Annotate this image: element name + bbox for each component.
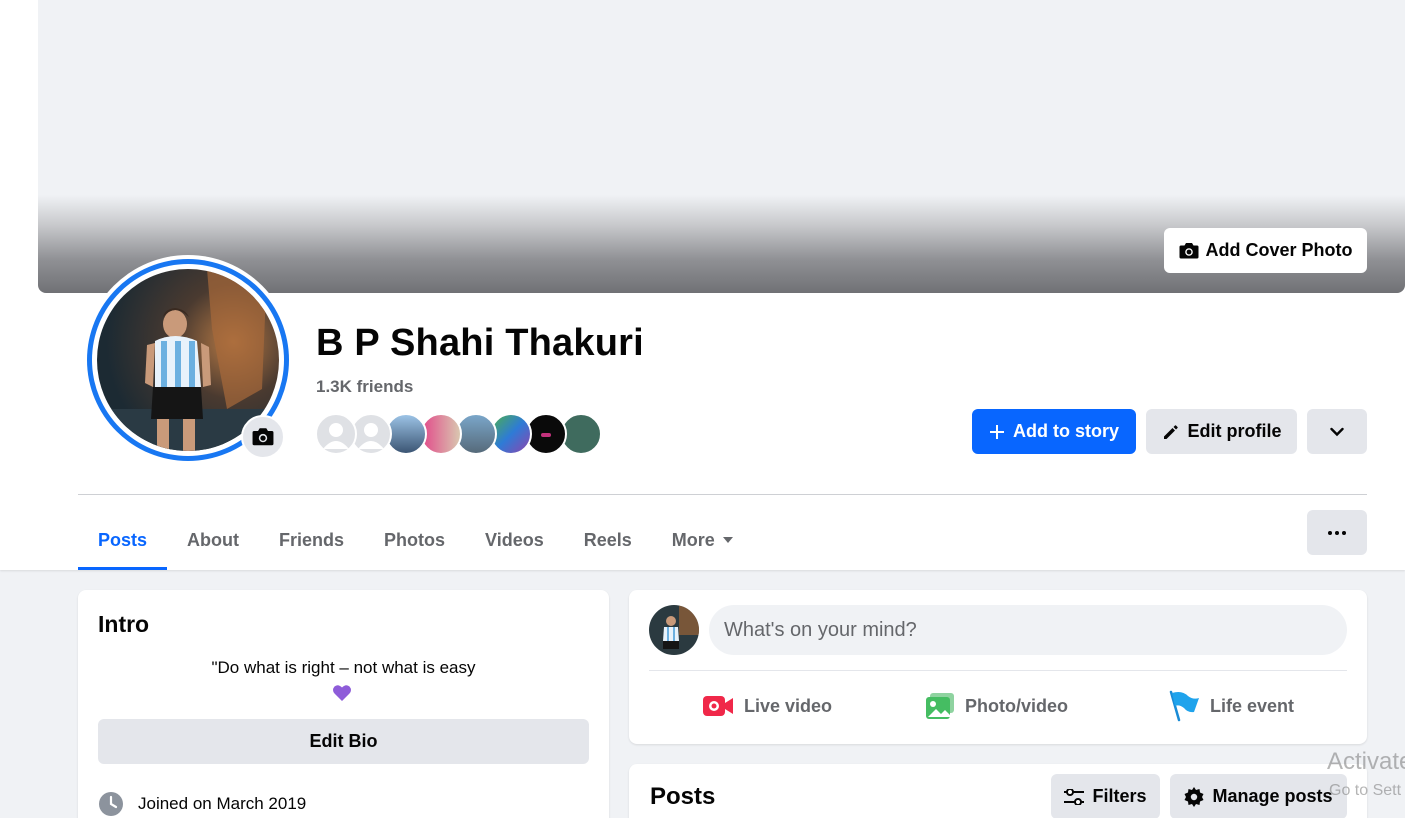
update-profile-picture-button[interactable] [241,415,285,459]
dot [1328,530,1332,535]
windows-activation-subtext: Go to Sett [1329,782,1402,799]
filters-label: Filters [1092,786,1147,806]
tab-friends[interactable]: Friends [259,510,364,570]
photo-video-label: Photo/video [965,695,1068,716]
tab-label: Friends [279,529,345,550]
friends-count[interactable]: 1.3K friends [316,377,413,397]
header-divider [78,494,1367,495]
joined-info: Joined on March 2019 [98,791,306,817]
edit-bio-button[interactable]: Edit Bio [98,719,589,764]
dot [1342,530,1346,535]
profile-options-button[interactable] [1307,409,1367,454]
life-event-button[interactable]: Life event [1168,686,1294,726]
bio-text: "Do what is right – not what is easy [211,658,476,677]
tab-reels[interactable]: Reels [564,510,652,570]
tab-label: Reels [583,529,632,550]
clock-icon [99,792,123,816]
composer-divider [649,670,1347,671]
friend-avatar[interactable] [315,413,357,455]
chevron-down-icon [1330,427,1344,436]
caret-down-icon [722,537,733,543]
whats-on-your-mind-input[interactable]: What's on your mind? [709,605,1347,655]
intro-title: Intro [98,611,150,637]
more-options-button[interactable] [1307,510,1367,555]
dot [1335,530,1339,535]
gear-icon [1184,786,1204,807]
filters-icon [1064,788,1085,805]
tab-videos[interactable]: Videos [465,510,564,570]
add-to-story-button[interactable]: Add to story [972,409,1136,454]
post-composer: What's on your mind? Live video Photo/vi… [629,590,1367,744]
profile-name: B P Shahi Thakuri [316,322,644,364]
manage-posts-button[interactable]: Manage posts [1170,774,1347,818]
live-video-button[interactable]: Live video [702,686,832,726]
pencil-icon [1163,424,1178,439]
tab-label: Photos [384,529,446,550]
purple-heart-icon [332,684,352,707]
manage-posts-label: Manage posts [1212,786,1333,806]
tab-label: More [671,529,715,550]
cover-photo-area: Add Cover Photo [38,0,1405,293]
tab-posts[interactable]: Posts [78,510,168,570]
tab-label: Videos [485,529,544,550]
tab-photos[interactable]: Photos [364,510,465,570]
composer-avatar[interactable] [649,605,699,655]
edit-profile-button[interactable]: Edit profile [1146,409,1297,454]
tab-label: About [187,529,240,550]
add-cover-photo-button[interactable]: Add Cover Photo [1164,228,1367,273]
live-video-label: Live video [744,695,833,716]
tab-label: Posts [98,529,148,550]
edit-profile-label: Edit profile [1187,421,1282,441]
live-video-icon [703,696,733,716]
windows-activation-watermark: Activate [1327,748,1405,775]
life-event-label: Life event [1210,695,1295,716]
profile-tabs: Posts About Friends Photos Videos Reels … [78,510,753,570]
tab-about[interactable]: About [167,510,259,570]
flag-icon [1169,690,1199,722]
posts-section: Posts Filters Manage posts [629,764,1367,818]
joined-text: Joined on March 2019 [138,794,307,813]
edit-bio-label: Edit Bio [309,731,378,751]
tab-more[interactable]: More [652,510,753,570]
photo-video-button[interactable]: Photo/video [925,686,1068,726]
filters-button[interactable]: Filters [1051,774,1160,818]
posts-title: Posts [650,783,716,810]
add-cover-photo-label: Add Cover Photo [1205,240,1353,260]
camera-icon [1179,242,1198,258]
plus-icon [990,424,1004,439]
intro-card: Intro "Do what is right – not what is ea… [78,590,609,818]
add-to-story-label: Add to story [1013,421,1119,441]
camera-icon [252,428,274,446]
photo-icon [926,693,954,719]
